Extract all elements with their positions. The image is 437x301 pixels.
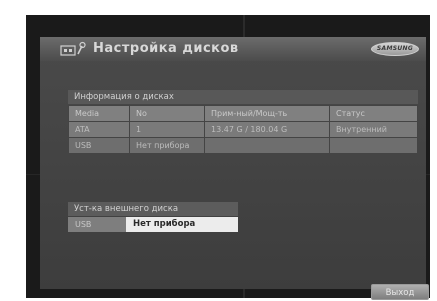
disk-info-table: Media No Прим-ный/Мощ-ть Статус ATA 1 13… [68, 105, 418, 154]
table-cell: Нет прибора [129, 137, 205, 154]
table-cell: USB [68, 137, 130, 154]
table-row: ATA 1 13.47 G / 180.04 G Внутренний [68, 121, 418, 138]
external-disk-label: USB [68, 217, 126, 232]
table-cell [329, 137, 418, 154]
column-header: Media [68, 105, 130, 122]
external-disk-select[interactable]: Нет прибора [126, 217, 238, 232]
table-header-row: Media No Прим-ный/Мощ-ть Статус [68, 105, 418, 122]
table-cell: 13.47 G / 180.04 G [204, 121, 330, 138]
table-cell [204, 137, 330, 154]
column-header: Статус [329, 105, 418, 122]
disk-settings-panel: Настройка дисков SAMSUNG Информация о ди… [40, 37, 429, 300]
column-header: No [129, 105, 205, 122]
disk-info-title: Информация о дисках [68, 90, 418, 104]
tv-screen: Настройка дисков SAMSUNG Информация о ди… [26, 15, 430, 300]
table-cell: 1 [129, 121, 205, 138]
table-cell: ATA [68, 121, 130, 138]
page-title: Настройка дисков [93, 41, 239, 56]
column-header: Прим-ный/Мощ-ть [204, 105, 330, 122]
external-disk-title: Уст-ка внешнего диска [68, 202, 238, 216]
samsung-logo: SAMSUNG [371, 42, 419, 56]
disk-settings-icon [60, 41, 86, 57]
panel-header: Настройка дисков SAMSUNG [40, 37, 426, 61]
table-row: USB Нет прибора [68, 137, 418, 154]
table-cell: Внутренний [329, 121, 418, 138]
